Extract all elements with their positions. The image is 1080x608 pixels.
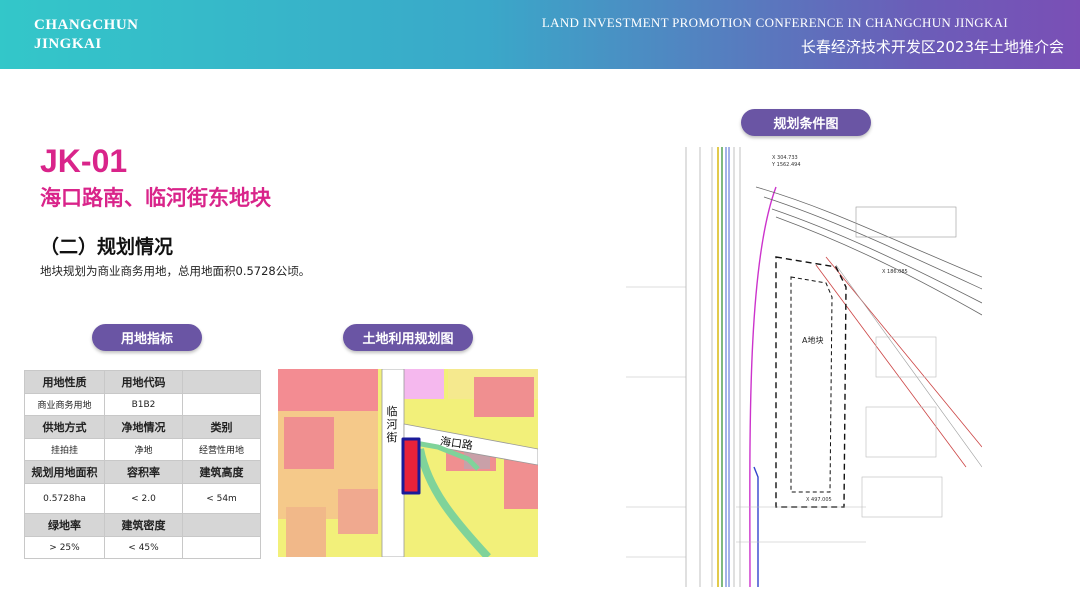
table-cell (182, 393, 261, 416)
coord-label-4: X 497.005 (806, 497, 832, 503)
land-use-map-pill: 土地利用规划图 (343, 324, 473, 351)
table-row: 挂拍挂 净地 经营性用地 (24, 438, 261, 461)
table-header-cell: 规划用地面积 (24, 460, 105, 484)
table-cell: 0.5728ha (24, 483, 105, 514)
parcel-name: 海口路南、临河街东地块 (40, 186, 271, 210)
table-header-cell: 用地性质 (24, 370, 105, 394)
table-header-cell (182, 370, 261, 394)
table-cell: 净地 (104, 438, 183, 461)
table-cell: 商业商务用地 (24, 393, 105, 416)
coord-label-2: Y 1562.494 (772, 162, 801, 168)
logo-line-1: CHANGCHUN (34, 17, 139, 33)
table-cell (182, 536, 261, 559)
table-header-cell: 供地方式 (24, 415, 105, 439)
table-cell: < 45% (104, 536, 183, 559)
table-cell: B1B2 (104, 393, 183, 416)
table-row: 0.5728ha < 2.0 < 54m (24, 483, 261, 514)
section-description: 地块规划为商业商务用地，总用地面积0.5728公顷。 (40, 264, 311, 278)
parcel-a-label: A地块 (802, 336, 824, 345)
table-cell: 经营性用地 (182, 438, 261, 461)
table-cell: > 25% (24, 536, 105, 559)
table-cell: < 54m (182, 483, 261, 514)
table-header-row: 绿地率 建筑密度 (24, 513, 261, 537)
table-header-cell: 用地代码 (104, 370, 183, 394)
coord-label-3: X 186.085 (882, 269, 908, 275)
street-label-vertical: 临河街 (386, 405, 398, 444)
table-row: > 25% < 45% (24, 536, 261, 559)
conference-title-cn: 长春经济技术开发区2023年土地推介会 (800, 38, 1064, 56)
section-title: （二）规划情况 (40, 236, 174, 258)
table-header-cell: 容积率 (104, 460, 183, 484)
table-header-row: 用地性质 用地代码 (24, 370, 261, 394)
header-banner: CHANGCHUN JINGKAI LAND INVESTMENT PROMOT… (0, 0, 1080, 69)
parcel-code: JK-01 (40, 143, 128, 179)
table-header-cell: 类别 (182, 415, 261, 439)
table-cell: < 2.0 (104, 483, 183, 514)
planning-conditions-map: A地块 X 304.733 Y 1562.494 X 186.085 X 497… (626, 147, 982, 587)
table-cell: 挂拍挂 (24, 438, 105, 461)
land-indicators-table: 用地性质 用地代码 商业商务用地 B1B2 供地方式 净地情况 类别 挂拍挂 净地 经营性用地 规划… (24, 370, 261, 559)
conference-title-en: LAND INVESTMENT PROMOTION CONFERENCE IN … (541, 15, 1008, 30)
table-header-cell: 绿地率 (24, 513, 105, 537)
logo-line-2: JINGKAI (34, 36, 102, 52)
table-header-row: 供地方式 净地情况 类别 (24, 415, 261, 439)
indicators-pill: 用地指标 (92, 324, 202, 351)
coord-label-1: X 304.733 (772, 155, 798, 161)
table-header-cell: 建筑密度 (104, 513, 183, 537)
planning-map-pill: 规划条件图 (741, 109, 871, 136)
table-header-cell (182, 513, 261, 537)
land-use-plan-map: 临河街 海口路 (278, 369, 538, 557)
table-header-row: 规划用地面积 容积率 建筑高度 (24, 460, 261, 484)
table-header-cell: 净地情况 (104, 415, 183, 439)
planning-map-drawing (626, 147, 982, 587)
land-use-map-graphic (278, 369, 538, 557)
table-row: 商业商务用地 B1B2 (24, 393, 261, 416)
brand-logo: CHANGCHUN JINGKAI (34, 16, 139, 54)
table-header-cell: 建筑高度 (182, 460, 261, 484)
